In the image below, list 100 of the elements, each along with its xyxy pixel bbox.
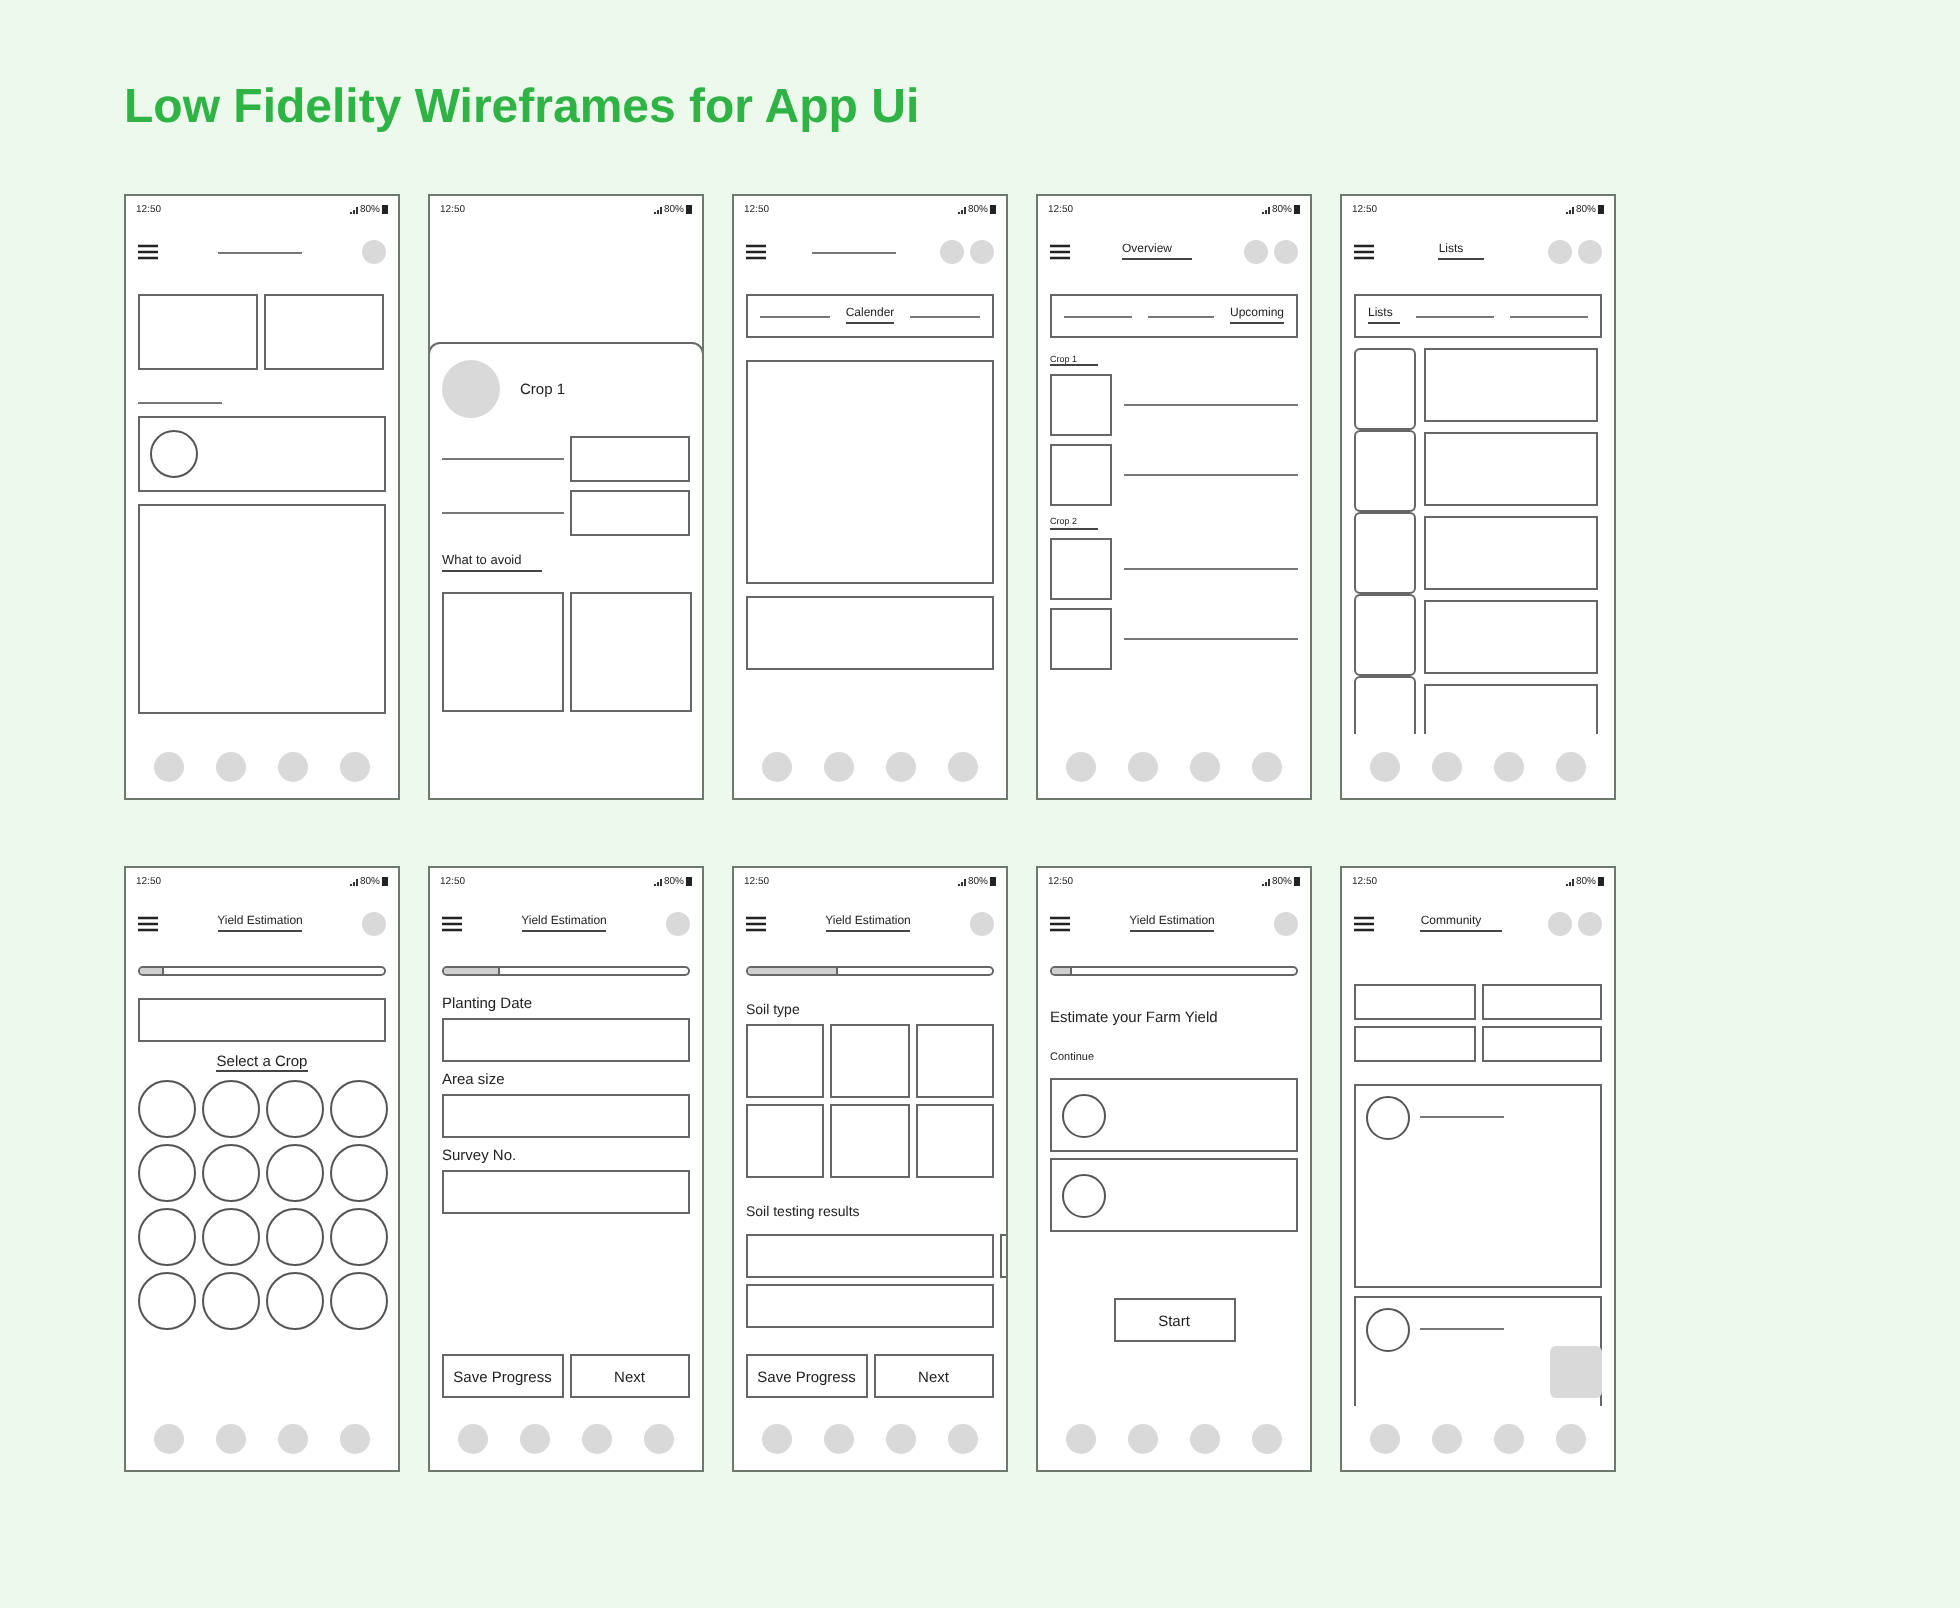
nav-item-placeholder[interactable]: [948, 1423, 978, 1453]
nav-item-placeholder[interactable]: [1556, 1423, 1586, 1453]
nav-item-placeholder[interactable]: [1494, 1423, 1524, 1453]
placeholder-line: [1420, 1328, 1504, 1330]
crop-option[interactable]: [266, 1208, 324, 1266]
nav-item-placeholder[interactable]: [154, 751, 184, 781]
crop-option[interactable]: [202, 1208, 260, 1266]
avatar-placeholder[interactable]: [970, 912, 994, 936]
soil-option[interactable]: [830, 1104, 910, 1178]
nav-item-placeholder[interactable]: [1432, 751, 1462, 781]
list-item-placeholder[interactable]: [1424, 600, 1598, 674]
nav-item-placeholder[interactable]: [1494, 751, 1524, 781]
nav-item-placeholder[interactable]: [278, 751, 308, 781]
input-field[interactable]: [442, 1094, 690, 1138]
avatar-placeholder[interactable]: [1578, 240, 1602, 264]
crop-option[interactable]: [330, 1272, 388, 1330]
crop-option[interactable]: [266, 1144, 324, 1202]
nav-item-placeholder[interactable]: [154, 1423, 184, 1453]
avatar-placeholder[interactable]: [1548, 240, 1572, 264]
avatar-placeholder[interactable]: [1548, 912, 1572, 936]
nav-item-placeholder[interactable]: [340, 751, 370, 781]
card[interactable]: [1050, 1078, 1298, 1152]
input-field[interactable]: [138, 998, 386, 1042]
card[interactable]: [1050, 1158, 1298, 1232]
list-item-placeholder[interactable]: [1424, 516, 1598, 590]
nav-item-placeholder[interactable]: [762, 751, 792, 781]
crop-option[interactable]: [266, 1080, 324, 1138]
crop-option[interactable]: [266, 1272, 324, 1330]
soil-option[interactable]: [915, 1024, 994, 1098]
placeholder-frame: [1481, 984, 1602, 1020]
menu-icon[interactable]: [442, 916, 462, 932]
menu-icon[interactable]: [1050, 244, 1070, 260]
avatar-placeholder[interactable]: [1578, 912, 1602, 936]
nav-item-placeholder[interactable]: [340, 1423, 370, 1453]
nav-item-placeholder[interactable]: [644, 1423, 674, 1453]
crop-option[interactable]: [138, 1208, 196, 1266]
nav-item-placeholder[interactable]: [1432, 1423, 1462, 1453]
nav-item-placeholder[interactable]: [1556, 751, 1586, 781]
nav-item-placeholder[interactable]: [520, 1423, 550, 1453]
crop-option[interactable]: [330, 1144, 388, 1202]
nav-item-placeholder[interactable]: [886, 1423, 916, 1453]
menu-icon[interactable]: [138, 244, 158, 260]
nav-item-placeholder[interactable]: [216, 1423, 246, 1453]
crop-option[interactable]: [330, 1080, 388, 1138]
crop-option[interactable]: [202, 1080, 260, 1138]
crop-option[interactable]: [202, 1272, 260, 1330]
crop-option[interactable]: [138, 1080, 196, 1138]
nav-item-placeholder[interactable]: [1190, 751, 1220, 781]
avatar-placeholder[interactable]: [362, 912, 386, 936]
avatar-placeholder[interactable]: [940, 240, 964, 264]
nav-item-placeholder[interactable]: [1252, 1423, 1282, 1453]
nav-item-placeholder[interactable]: [278, 1423, 308, 1453]
menu-icon[interactable]: [1354, 244, 1374, 260]
avatar-placeholder[interactable]: [362, 240, 386, 264]
placeholder-frame: [264, 294, 384, 370]
crop-option[interactable]: [138, 1144, 196, 1202]
avatar-placeholder[interactable]: [1274, 240, 1298, 264]
nav-item-placeholder[interactable]: [1370, 1423, 1400, 1453]
avatar-placeholder[interactable]: [666, 912, 690, 936]
crop-option[interactable]: [138, 1272, 196, 1330]
input-field[interactable]: [746, 1234, 994, 1278]
nav-item-placeholder[interactable]: [458, 1423, 488, 1453]
nav-item-placeholder[interactable]: [762, 1423, 792, 1453]
nav-item-placeholder[interactable]: [886, 751, 916, 781]
list-item-placeholder[interactable]: [1424, 432, 1598, 506]
nav-item-placeholder[interactable]: [1128, 751, 1158, 781]
avatar-placeholder[interactable]: [970, 240, 994, 264]
menu-icon[interactable]: [1354, 916, 1374, 932]
list-item-placeholder[interactable]: [1424, 348, 1598, 422]
nav-item-placeholder[interactable]: [824, 751, 854, 781]
nav-item-placeholder[interactable]: [1252, 751, 1282, 781]
avatar-placeholder[interactable]: [1244, 240, 1268, 264]
nav-item-placeholder[interactable]: [824, 1423, 854, 1453]
soil-option[interactable]: [746, 1024, 825, 1098]
nav-item-placeholder[interactable]: [1066, 751, 1096, 781]
placeholder-circle: [1062, 1173, 1106, 1217]
soil-option[interactable]: [830, 1024, 910, 1098]
nav-item-placeholder[interactable]: [948, 751, 978, 781]
crop-option[interactable]: [202, 1144, 260, 1202]
soil-option[interactable]: [746, 1104, 825, 1178]
nav-item-placeholder[interactable]: [582, 1423, 612, 1453]
avatar-placeholder[interactable]: [1274, 912, 1298, 936]
soil-option[interactable]: [915, 1104, 994, 1178]
input-field[interactable]: [442, 1170, 690, 1214]
nav-item-placeholder[interactable]: [1066, 1423, 1096, 1453]
floating-action-button[interactable]: [1550, 1346, 1602, 1398]
nav-item-placeholder[interactable]: [1190, 1423, 1220, 1453]
page-title: Low Fidelity Wireframes for App Ui: [124, 78, 920, 138]
nav-item-placeholder[interactable]: [216, 751, 246, 781]
input-field[interactable]: [442, 1018, 690, 1062]
input-field[interactable]: [746, 1284, 994, 1328]
nav-item-placeholder[interactable]: [1370, 751, 1400, 781]
title-placeholder-line: [811, 251, 895, 253]
nav-item-placeholder[interactable]: [1128, 1423, 1158, 1453]
menu-icon[interactable]: [746, 244, 766, 260]
menu-icon[interactable]: [746, 916, 766, 932]
menu-icon[interactable]: [1050, 916, 1070, 932]
menu-icon[interactable]: [138, 916, 158, 932]
crop-option[interactable]: [330, 1208, 388, 1266]
placeholder-frame: [570, 490, 690, 536]
